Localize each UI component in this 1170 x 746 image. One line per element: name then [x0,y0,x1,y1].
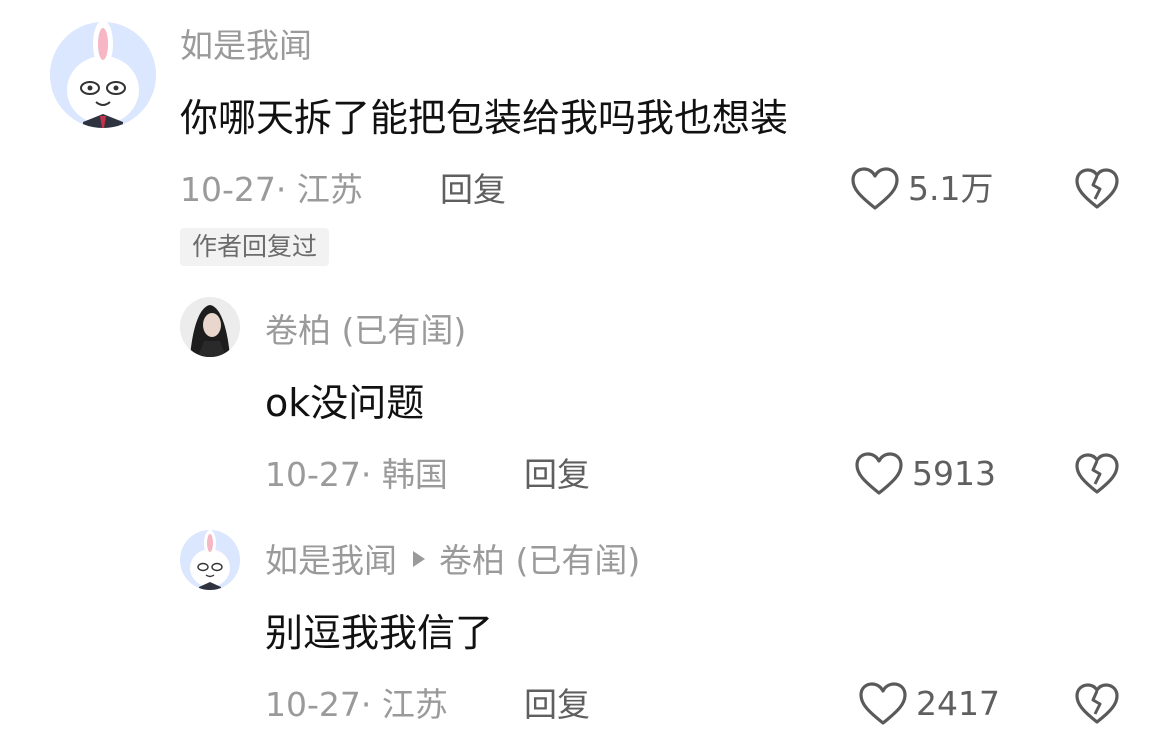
username-reply-chain: 如是我闻 卷柏 (已有闺) [265,541,640,581]
broken-heart-icon[interactable] [1074,682,1120,726]
like-count: 2417 [916,684,1000,723]
play-triangle-icon [413,551,425,567]
reply-to-username[interactable]: 卷柏 (已有闺) [439,541,640,580]
like-button[interactable]: 2417 [858,681,1000,727]
reply-item: 如是我闻 卷柏 (已有闺) 别逗我我信了 10-27· 江苏 回复 2417 [0,0,1170,746]
comment-meta: 10-27· 江苏 [265,685,448,724]
avatar[interactable] [180,530,240,590]
heart-outline-icon [859,682,907,725]
username[interactable]: 如是我闻 [265,541,397,580]
comment-text: 别逗我我信了 [265,611,494,655]
rabbit-avatar-icon [180,530,240,590]
reply-button[interactable]: 回复 [524,685,590,725]
